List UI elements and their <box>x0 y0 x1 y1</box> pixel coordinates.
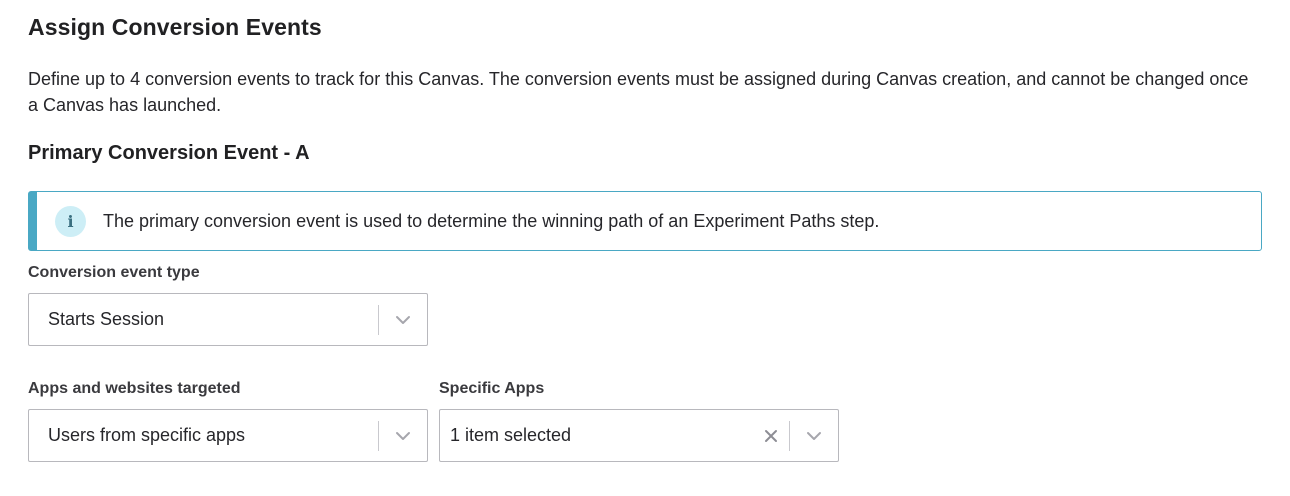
section-description: Define up to 4 conversion events to trac… <box>28 69 1249 115</box>
specific-apps-select[interactable]: 1 item selected <box>439 409 839 462</box>
apps-targeted-value: Users from specific apps <box>48 425 246 445</box>
info-callout-text: The primary conversion event is used to … <box>103 210 880 231</box>
specific-apps-label: Specific Apps <box>439 380 545 397</box>
chevron-down-icon[interactable] <box>790 410 838 461</box>
section-title: Assign Conversion Events <box>28 14 322 40</box>
apps-targeted-select[interactable]: Users from specific apps <box>28 409 428 462</box>
clear-x-icon[interactable] <box>753 410 789 461</box>
specific-apps-value: 1 item selected <box>450 425 572 445</box>
chevron-down-icon[interactable] <box>379 410 427 461</box>
info-icon: i <box>55 205 86 237</box>
apps-targeted-label: Apps and websites targeted <box>28 380 241 397</box>
event-type-value: Starts Session <box>48 309 165 329</box>
primary-event-title: Primary Conversion Event - A <box>28 142 310 164</box>
info-callout: i The primary conversion event is used t… <box>28 191 1262 251</box>
event-type-select[interactable]: Starts Session <box>28 293 428 346</box>
event-type-label: Conversion event type <box>28 264 200 281</box>
chevron-down-icon[interactable] <box>379 294 427 345</box>
